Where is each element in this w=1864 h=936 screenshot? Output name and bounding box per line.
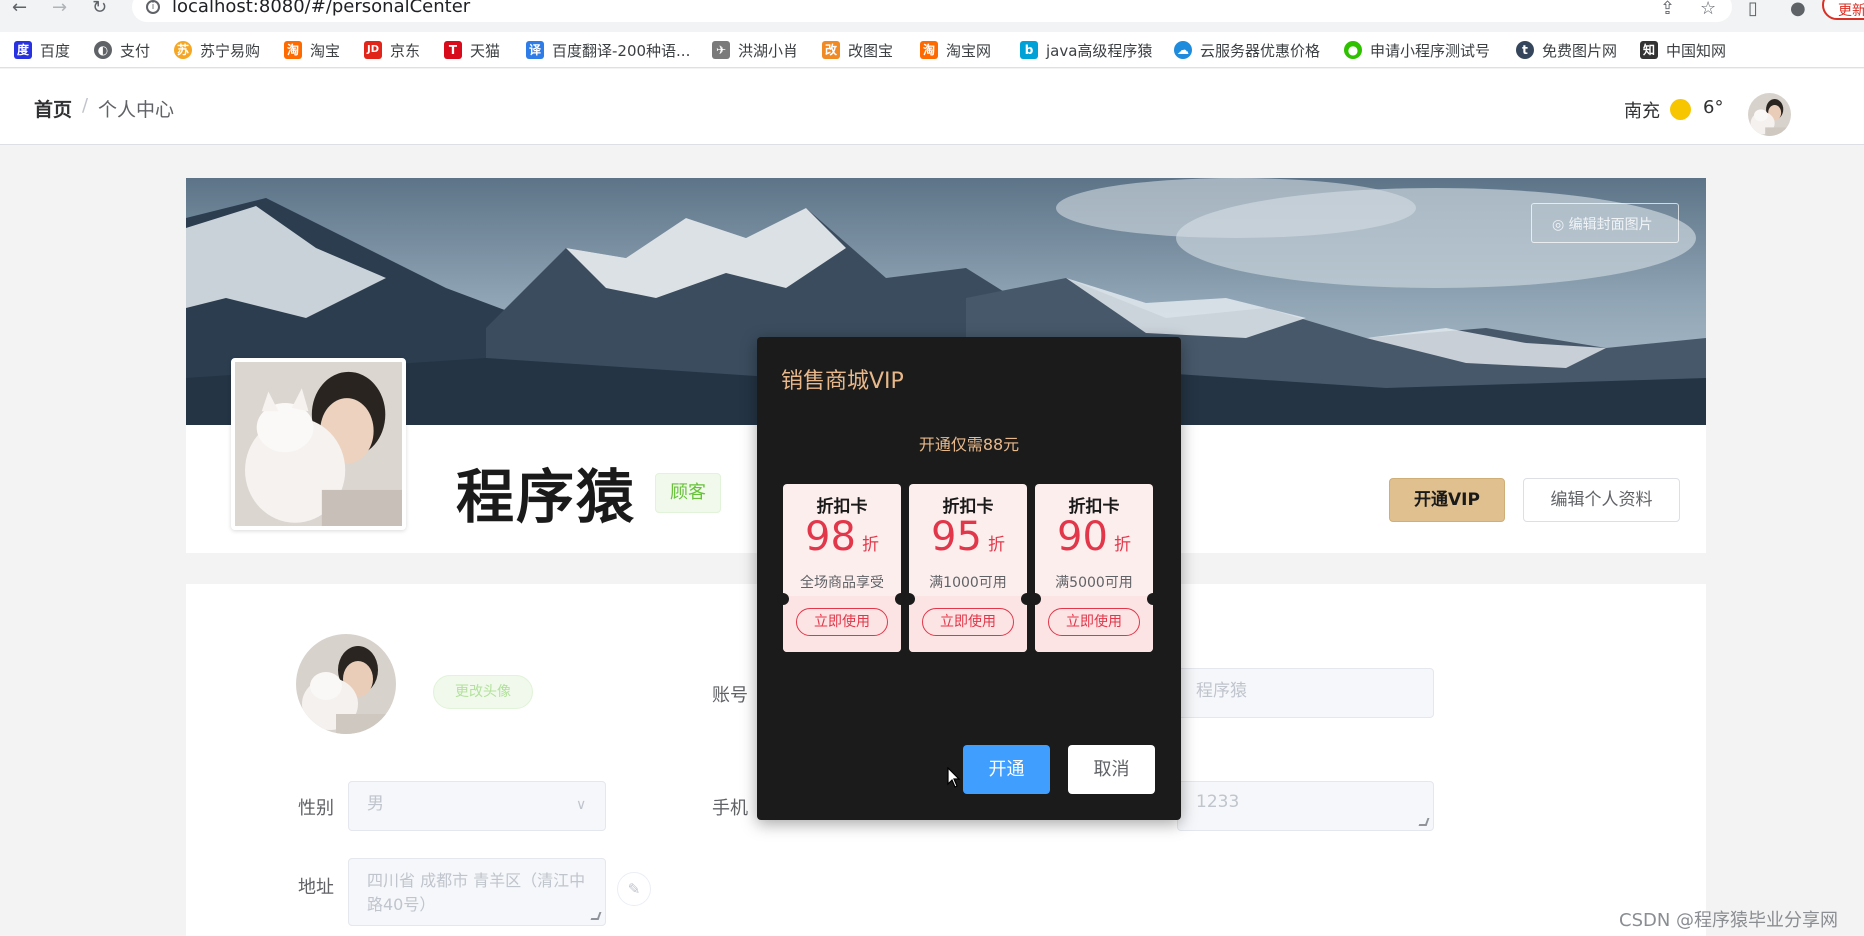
bookmark-item[interactable]: 度百度 <box>14 40 70 60</box>
use-now-button[interactable]: 立即使用 <box>922 608 1014 636</box>
gaitubao-icon: 改 <box>822 41 840 59</box>
account-label: 账号 <box>712 685 748 706</box>
tumblr-icon: t <box>1516 41 1534 59</box>
coupon-condition: 满1000可用 <box>929 575 1007 591</box>
coupon-condition: 全场商品享受 <box>800 575 884 591</box>
edit-pen-icon[interactable]: ✎ <box>617 872 651 906</box>
form-avatar <box>296 634 396 734</box>
bookmark-item[interactable]: 苏苏宁易购 <box>174 40 260 60</box>
bookmarks-bar: 度百度 ◐ 支付 苏苏宁易购 淘淘宝 JD 京东 T 天猫 译百度翻译-200种语..… <box>0 32 1864 68</box>
coupon-rate: 95 折 <box>909 514 1027 560</box>
update-button[interactable]: 更新 <box>1822 0 1864 20</box>
dialog-subtitle: 开通仅需88元 <box>918 435 1020 454</box>
breadcrumb-current: 个人中心 <box>98 99 175 121</box>
coupon-notch <box>777 593 789 605</box>
bookmark-item[interactable]: T 天猫 <box>444 40 500 60</box>
change-avatar-button[interactable]: 更改头像 <box>433 675 533 709</box>
breadcrumb-home[interactable]: 首页 <box>34 95 72 122</box>
coupon-rate: 90 折 <box>1035 514 1153 560</box>
globe-icon: ◐ <box>94 41 112 59</box>
coupon-card: 折扣卡 98 折 全场商品享受 立即使用 <box>783 484 901 652</box>
bird-icon: ✈ <box>712 41 730 59</box>
watermark: CSDN @程序猿毕业分享网 <box>1619 910 1839 931</box>
bookmark-item[interactable]: 译百度翻译-200种语... <box>526 40 690 60</box>
share-icon[interactable]: ⇪ <box>1660 0 1675 19</box>
profile-name: 程序猿 <box>456 463 637 531</box>
user-avatar[interactable] <box>1748 93 1791 136</box>
coupon-rate-value: 98 <box>805 514 856 560</box>
gender-value: 男 <box>367 794 384 814</box>
vip-dialog: 销售商城VIP 开通仅需88元 折扣卡 98 折 全场商品享受 立即使用 折扣卡 … <box>757 337 1181 820</box>
coupon-notch <box>1147 593 1159 605</box>
baidu-icon: 度 <box>14 41 32 59</box>
edit-cover-button[interactable]: ◎ 编辑封面图片 <box>1531 203 1679 243</box>
bookmark-item[interactable]: JD 京东 <box>364 40 420 60</box>
cancel-button[interactable]: 取消 <box>1068 745 1155 794</box>
breadcrumb-separator: / <box>82 95 89 116</box>
url-text[interactable]: localhost:8080/#/personalCenter <box>172 0 470 17</box>
address-label: 地址 <box>298 877 334 898</box>
role-badge: 顾客 <box>655 473 721 513</box>
weather-temp: 6° <box>1703 97 1724 118</box>
gender-label: 性别 <box>298 798 334 819</box>
sun-icon <box>1670 99 1691 120</box>
tmall-icon: T <box>444 41 462 59</box>
coupon-rate-value: 90 <box>1057 514 1108 560</box>
cloud-icon: ☁ <box>1174 41 1192 59</box>
open-vip-button[interactable]: 开通VIP <box>1389 478 1505 522</box>
mouse-cursor-icon <box>947 767 961 788</box>
bookmark-item[interactable]: 知中国知网 <box>1640 40 1726 60</box>
forward-icon[interactable]: → <box>52 0 67 17</box>
coupon-rate: 98 折 <box>783 514 901 560</box>
use-now-button[interactable]: 立即使用 <box>1048 608 1140 636</box>
intro-textarea[interactable]: 1233 <box>1177 781 1434 831</box>
bookmark-item[interactable]: ☁ 云服务器优惠价格 <box>1174 40 1320 60</box>
profile-icon[interactable]: ● <box>1790 0 1806 19</box>
browser-address-bar: ← → ↻ i localhost:8080/#/personalCenter … <box>0 0 1864 32</box>
jd-icon: JD <box>364 41 382 59</box>
side-panel-icon[interactable]: ▯ <box>1748 0 1758 19</box>
coupon-rate-unit: 折 <box>987 535 1005 555</box>
bilibili-icon: b <box>1020 41 1038 59</box>
wechat-icon: ● <box>1344 41 1362 59</box>
bookmark-item[interactable]: 淘淘宝网 <box>920 40 991 60</box>
bookmark-item[interactable]: b java高级程序猿 <box>1020 40 1152 60</box>
profile-photo <box>231 358 406 530</box>
bookmark-item[interactable]: 改改图宝 <box>822 40 893 60</box>
bookmark-star-icon[interactable]: ☆ <box>1700 0 1716 19</box>
suning-icon: 苏 <box>174 41 192 59</box>
address-textarea[interactable]: 四川省 成都市 青羊区（清江中路40号） <box>348 858 606 926</box>
coupon-rate-unit: 折 <box>861 535 879 555</box>
reload-icon[interactable]: ↻ <box>92 0 107 17</box>
bookmark-item[interactable]: t 免费图片网 <box>1516 40 1617 60</box>
dialog-title: 销售商城VIP <box>781 369 904 394</box>
camera-icon: ◎ <box>1552 217 1569 233</box>
bookmark-item[interactable]: 淘淘宝 <box>284 40 340 60</box>
gender-select[interactable]: 男 <box>348 781 606 831</box>
site-info-icon[interactable]: i <box>146 0 160 14</box>
chevron-down-icon: ∨ <box>576 797 587 813</box>
translate-icon: 译 <box>526 41 544 59</box>
cnki-icon: 知 <box>1640 41 1658 59</box>
coupon-notch <box>903 593 915 605</box>
coupon-card: 折扣卡 95 折 满1000可用 立即使用 <box>909 484 1027 652</box>
coupon-rate-unit: 折 <box>1113 535 1131 555</box>
edit-profile-button[interactable]: 编辑个人资料 <box>1523 478 1680 522</box>
coupon-rate-value: 95 <box>931 514 982 560</box>
coupon-card: 折扣卡 90 折 满5000可用 立即使用 <box>1035 484 1153 652</box>
taobao-icon: 淘 <box>284 41 302 59</box>
confirm-open-button[interactable]: 开通 <box>963 745 1050 794</box>
bookmark-item[interactable]: ◐ 支付 <box>94 40 150 60</box>
coupon-condition: 满5000可用 <box>1055 575 1133 591</box>
use-now-button[interactable]: 立即使用 <box>796 608 888 636</box>
coupon-notch <box>1029 593 1041 605</box>
bookmark-item[interactable]: ✈ 洪湖小肖 <box>712 40 798 60</box>
taobao-net-icon: 淘 <box>920 41 938 59</box>
phone-label: 手机 <box>712 798 748 819</box>
back-icon[interactable]: ← <box>12 0 27 17</box>
bookmark-item[interactable]: ● 申请小程序测试号 <box>1344 40 1490 60</box>
weather-city: 南充 <box>1624 101 1660 122</box>
app-header: 首页 / 个人中心 南充 6° <box>0 69 1864 145</box>
nickname-input[interactable]: 程序猿 <box>1177 668 1434 718</box>
